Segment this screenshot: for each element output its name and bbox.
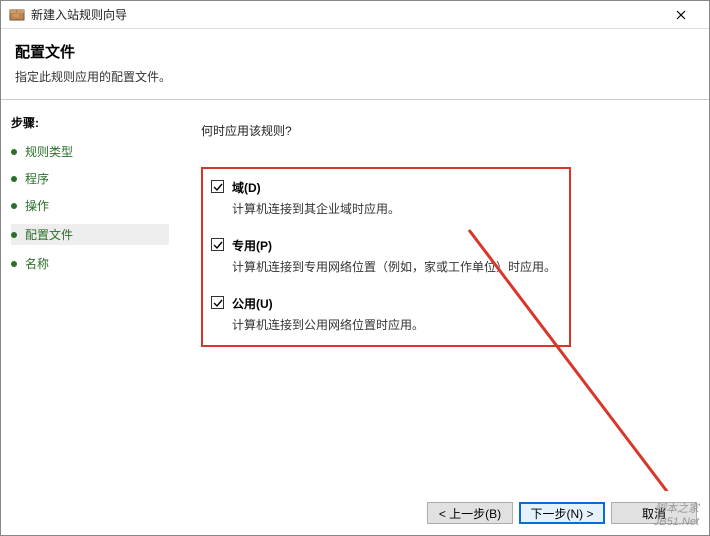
next-button[interactable]: 下一步(N) >: [519, 502, 605, 524]
wizard-window: 新建入站规则向导 配置文件 指定此规则应用的配置文件。 步骤: 规则类型 程序 …: [0, 0, 710, 536]
footer: < 上一步(B) 下一步(N) > 取消: [1, 491, 709, 535]
step-label: 操作: [25, 197, 49, 214]
checkbox-public[interactable]: [211, 296, 224, 309]
back-button[interactable]: < 上一步(B): [427, 502, 513, 524]
option-desc: 计算机连接到其企业域时应用。: [232, 200, 561, 217]
firewall-icon: [9, 7, 25, 23]
steps-title: 步骤:: [11, 114, 169, 131]
checkbox-domain[interactable]: [211, 180, 224, 193]
option-label: 域(D): [232, 179, 261, 196]
step-label: 程序: [25, 170, 49, 187]
close-button[interactable]: [661, 1, 701, 28]
step-label: 规则类型: [25, 143, 73, 160]
close-icon: [676, 10, 686, 20]
options-highlight-box: 域(D) 计算机连接到其企业域时应用。 专用(P) 计算机连接到专用网络位置（例…: [201, 167, 571, 347]
main-panel: 何时应用该规则? 域(D) 计算机连接到其企业域时应用。 专用(P) 计算机连接…: [179, 100, 709, 491]
option-label: 专用(P): [232, 237, 272, 254]
bullet-icon: [11, 203, 17, 209]
step-label: 配置文件: [25, 226, 73, 243]
body: 步骤: 规则类型 程序 操作 配置文件 名称 何时应用该规则? 域(D) 计算机…: [1, 99, 709, 491]
option-desc: 计算机连接到专用网络位置（例如，家或工作单位）时应用。: [232, 258, 561, 275]
option-private: 专用(P) 计算机连接到专用网络位置（例如，家或工作单位）时应用。: [211, 237, 561, 275]
window-title: 新建入站规则向导: [31, 6, 661, 23]
header: 配置文件 指定此规则应用的配置文件。: [1, 29, 709, 99]
step-rule-type[interactable]: 规则类型: [11, 143, 169, 160]
sidebar: 步骤: 规则类型 程序 操作 配置文件 名称: [1, 100, 179, 491]
step-program[interactable]: 程序: [11, 170, 169, 187]
checkbox-private[interactable]: [211, 238, 224, 251]
step-profile[interactable]: 配置文件: [11, 224, 169, 245]
bullet-icon: [11, 149, 17, 155]
option-label: 公用(U): [232, 295, 273, 312]
titlebar: 新建入站规则向导: [1, 1, 709, 29]
question-text: 何时应用该规则?: [201, 122, 687, 139]
step-action[interactable]: 操作: [11, 197, 169, 214]
option-desc: 计算机连接到公用网络位置时应用。: [232, 316, 561, 333]
step-name[interactable]: 名称: [11, 255, 169, 272]
bullet-icon: [11, 232, 17, 238]
option-public: 公用(U) 计算机连接到公用网络位置时应用。: [211, 295, 561, 333]
bullet-icon: [11, 176, 17, 182]
page-heading: 配置文件: [15, 41, 695, 62]
step-label: 名称: [25, 255, 49, 272]
option-domain: 域(D) 计算机连接到其企业域时应用。: [211, 179, 561, 217]
bullet-icon: [11, 261, 17, 267]
watermark: 脚本之家 JB51.Net: [654, 503, 699, 529]
page-subheading: 指定此规则应用的配置文件。: [15, 68, 695, 85]
